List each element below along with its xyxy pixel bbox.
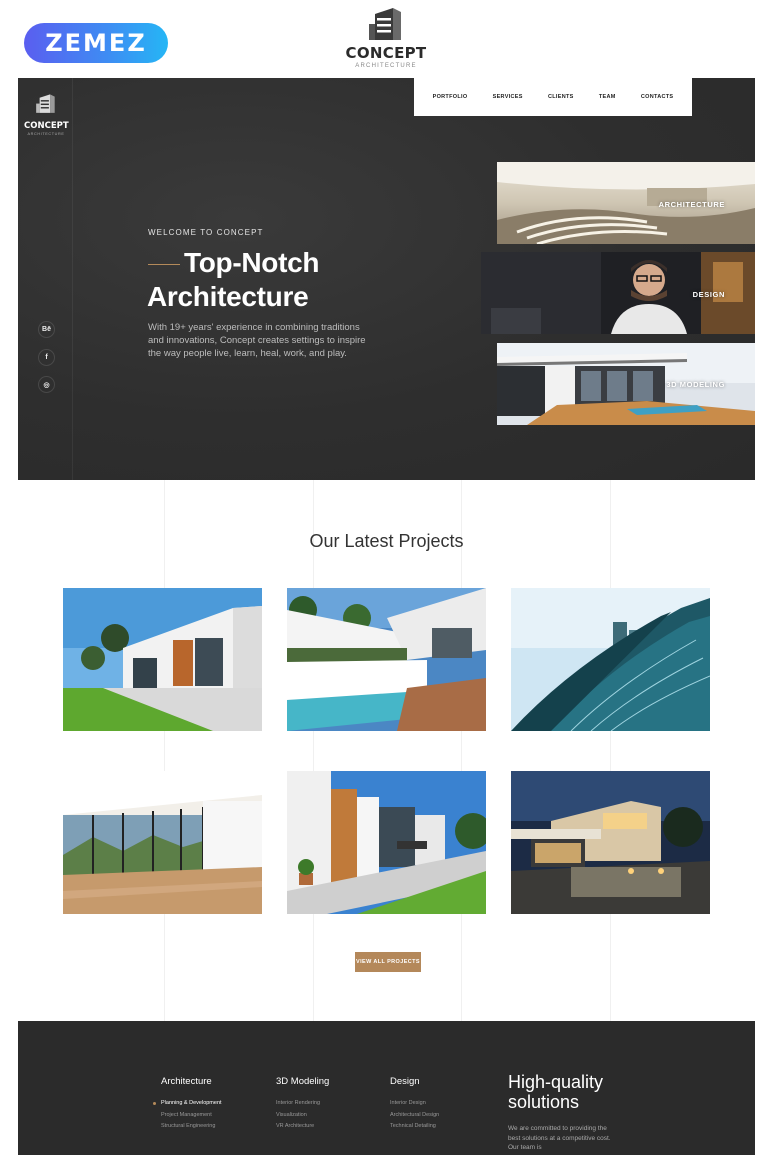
footer-col-architecture: Architecture Planning & Development Proj… (153, 1076, 222, 1133)
grid-line (461, 480, 462, 1021)
footer-link[interactable]: Planning & Development (153, 1098, 222, 1110)
service-3d-modeling-card[interactable]: 3D MODELING (497, 343, 755, 425)
service-design-card[interactable]: DESIGN (481, 252, 755, 334)
grid-line (313, 480, 314, 1021)
service-design-label: DESIGN (692, 290, 725, 299)
project-thumb-6[interactable] (511, 771, 710, 914)
footer-link[interactable]: Technical Detailing (390, 1121, 439, 1133)
hero-lead: With 19+ years' experience in combining … (148, 322, 366, 359)
footer-link[interactable]: Interior Design (390, 1098, 439, 1110)
footer-tagline-line1: High-quality (508, 1072, 604, 1092)
hero-title: Top-Notch Architecture (147, 246, 319, 314)
footer-link[interactable]: VR Architecture (276, 1121, 329, 1133)
footer-link[interactable]: Architectural Design (390, 1110, 439, 1122)
hero-logo-sub: ARCHITECTURE (27, 132, 65, 136)
hero-title-line2: Architecture (147, 281, 309, 312)
project-thumb-2[interactable] (287, 588, 486, 731)
building-logo-icon (365, 4, 407, 42)
footer-link[interactable]: Structural Engineering (161, 1121, 222, 1133)
footer-heading: Design (390, 1076, 420, 1087)
top-logo-name: CONCEPT (345, 44, 427, 62)
footer-link[interactable]: Interior Rendering (276, 1098, 329, 1110)
nav-team[interactable]: TEAM (599, 94, 616, 100)
building-logo-icon (36, 94, 55, 113)
project-thumb-4[interactable] (63, 771, 262, 914)
footer-link[interactable]: Project Management (161, 1110, 222, 1122)
hero-divider (72, 78, 73, 480)
active-bullet-icon (153, 1102, 156, 1106)
facebook-icon[interactable]: f (38, 349, 55, 366)
grid-line (164, 480, 165, 1021)
nav-clients[interactable]: CLIENTS (548, 94, 574, 100)
top-logo-sub: ARCHITECTURE (355, 63, 417, 69)
service-3d-modeling-label: 3D MODELING (666, 380, 725, 389)
projects-section: Our Latest Projects VIEW ALL PROJECTS (18, 480, 755, 1021)
footer-heading: Architecture (161, 1076, 212, 1087)
zemez-badge-text: ZEMEZ (45, 29, 147, 57)
behance-icon[interactable]: Bē (38, 321, 55, 338)
footer-link-label: Planning & Development (161, 1100, 222, 1106)
footer-section: Architecture Planning & Development Proj… (18, 1021, 755, 1155)
footer-tagline-line2: solutions (508, 1092, 580, 1112)
main-nav: PORTFOLIO SERVICES CLIENTS TEAM CONTACTS (414, 78, 692, 116)
project-thumb-1[interactable] (63, 588, 262, 731)
hero-logo[interactable]: CONCEPT ARCHITECTURE (24, 92, 69, 136)
project-thumb-3[interactable] (511, 588, 710, 731)
hero-eyebrow: WELCOME TO CONCEPT (148, 228, 264, 237)
view-all-projects-button[interactable]: VIEW ALL PROJECTS (355, 952, 421, 972)
footer-col-design: Design Interior Design Architectural Des… (390, 1076, 439, 1133)
top-logo[interactable]: CONCEPT ARCHITECTURE (345, 4, 427, 69)
footer-tagline: High-quality solutions (508, 1072, 603, 1112)
nav-contacts[interactable]: CONTACTS (641, 94, 674, 100)
hero-section: CONCEPT ARCHITECTURE PORTFOLIO SERVICES … (18, 78, 755, 480)
projects-title: Our Latest Projects (309, 531, 464, 551)
footer-link[interactable]: Visualization (276, 1110, 329, 1122)
service-architecture-card[interactable]: ARCHITECTURE (497, 162, 755, 244)
zemez-badge[interactable]: ZEMEZ (24, 23, 168, 63)
nav-portfolio[interactable]: PORTFOLIO (433, 94, 468, 100)
instagram-icon[interactable]: ◎ (38, 376, 55, 393)
hero-logo-name: CONCEPT (24, 121, 69, 131)
hero-title-line1: Top-Notch (184, 247, 320, 278)
project-thumb-5[interactable] (287, 771, 486, 914)
grid-line (610, 480, 611, 1021)
nav-services[interactable]: SERVICES (493, 94, 523, 100)
service-architecture-label: ARCHITECTURE (658, 200, 725, 209)
footer-paragraph: We are committed to providing the best s… (508, 1125, 611, 1151)
footer-col-3d-modeling: 3D Modeling Interior Rendering Visualiza… (276, 1076, 329, 1133)
footer-heading: 3D Modeling (276, 1076, 330, 1087)
